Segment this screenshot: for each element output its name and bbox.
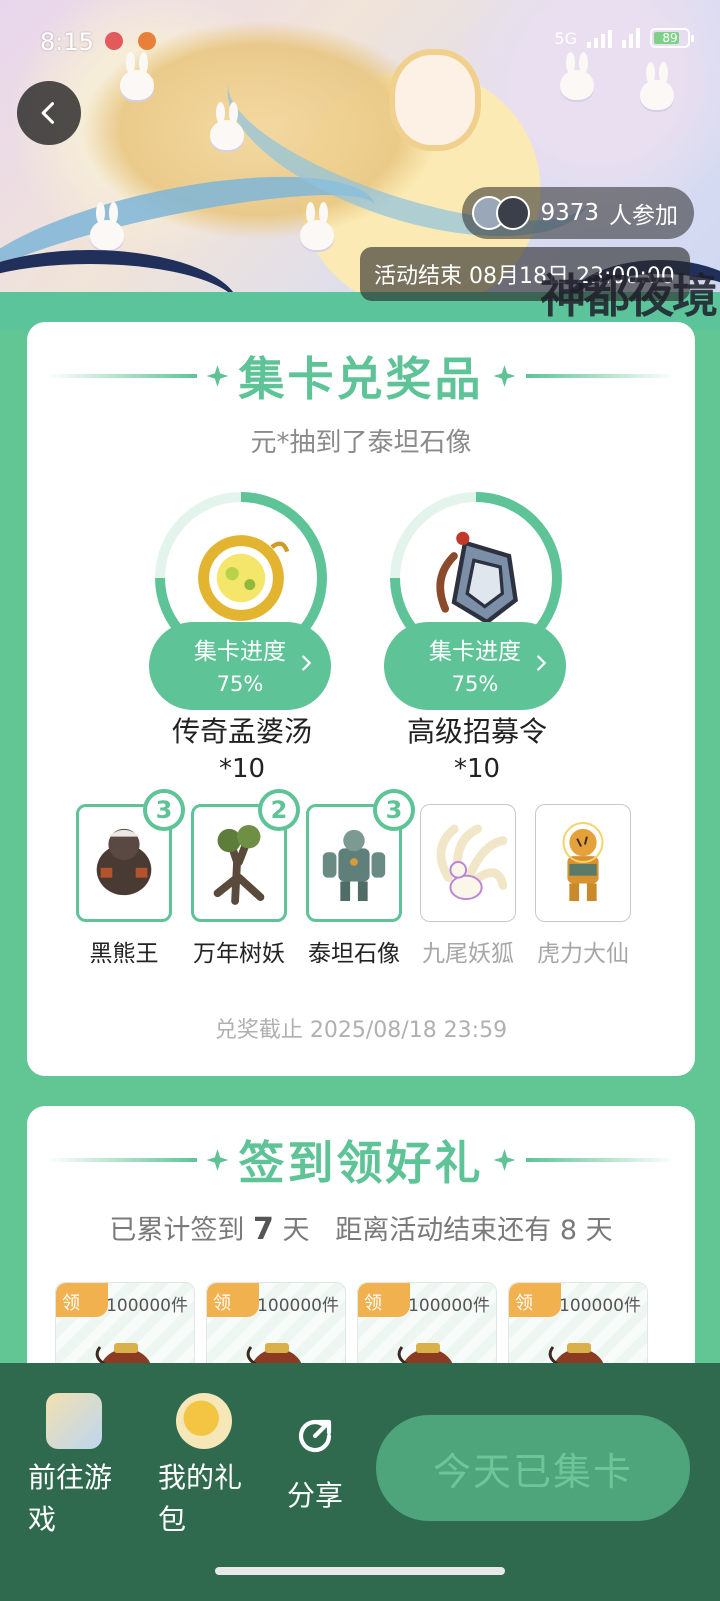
- collection-card[interactable]: 虎力大仙: [535, 804, 631, 968]
- bottom-action-bar: 前往游戏 我的礼包 分享 今天已集卡: [0, 1363, 720, 1601]
- chevron-right-icon: [537, 655, 547, 671]
- card-name: 泰坦石像: [308, 941, 400, 967]
- participant-avatars: [472, 196, 531, 230]
- avatar: [496, 196, 531, 230]
- share-icon: [298, 1419, 332, 1453]
- card-name: 黑熊王: [89, 941, 159, 967]
- checkin-card: 签到领好礼 已累计签到 7 天 距离活动结束还有 8 天 领 100000件 领…: [27, 1106, 695, 1406]
- reward-item[interactable]: 集卡进度 75% 传奇孟婆汤 *10: [149, 492, 342, 792]
- reward-quantity: *10: [218, 754, 266, 784]
- gift-tag: 领: [358, 1283, 410, 1317]
- chevron-right-icon: [302, 655, 312, 671]
- gift-count: 100000件: [106, 1296, 188, 1316]
- sparkle-icon: [493, 365, 516, 387]
- my-gifts-button[interactable]: 我的礼包: [158, 1393, 250, 1541]
- checked-days: 7: [253, 1212, 274, 1247]
- exchange-deadline: 兑奖截止 2025/08/18 23:59: [214, 1018, 508, 1043]
- checkin-title: 签到领好礼: [238, 1136, 484, 1190]
- tiger-immortal-icon: [562, 822, 604, 902]
- collection-card[interactable]: 九尾妖狐: [420, 804, 516, 968]
- network-label: 5G: [554, 28, 577, 48]
- reward-list: 集卡进度 75% 传奇孟婆汤 *10 集卡进度 75% 高级招募令 *10: [27, 492, 695, 792]
- status-bar: 8:15 5G 89: [0, 0, 720, 84]
- reward-quantity: *10: [453, 754, 501, 784]
- participants-count: 9373: [540, 200, 599, 226]
- exchange-title: 集卡兑奖品: [238, 352, 484, 406]
- card-count-badge: 2: [258, 789, 300, 831]
- gift-count: 100000件: [559, 1296, 641, 1316]
- home-indicator: [215, 1567, 505, 1575]
- card-name: 虎力大仙: [537, 941, 629, 967]
- section-title: 签到领好礼: [27, 1120, 695, 1200]
- share-button[interactable]: 分享: [282, 1415, 348, 1517]
- progress-pill[interactable]: 集卡进度 75%: [149, 622, 331, 710]
- wifi-icon: [622, 28, 640, 48]
- collection-card[interactable]: 2 万年树妖: [191, 789, 300, 968]
- tree-demon-icon: [213, 824, 265, 905]
- checkin-summary: 已累计签到 7 天 距离活动结束还有 8 天: [109, 1212, 613, 1247]
- chevron-left-icon: [41, 102, 55, 124]
- participants-suffix: 人参加: [609, 203, 678, 229]
- sparkle-icon: [206, 1149, 229, 1171]
- collection-card[interactable]: 3 黑熊王: [76, 789, 185, 968]
- signal-icon: [587, 28, 612, 48]
- exchange-card: 集卡兑奖品 元*抽到了泰坦石像 集卡进度 75% 传奇孟婆汤 *10 集卡进度 …: [27, 322, 695, 1076]
- reward-item[interactable]: 集卡进度 75% 高级招募令 *10: [384, 492, 577, 792]
- recruit-token-icon: [436, 531, 518, 625]
- goto-game-button[interactable]: 前往游戏: [28, 1393, 120, 1541]
- participants-badge: 9373 人参加: [462, 187, 694, 239]
- notification-icon: [105, 32, 123, 50]
- card-name: 万年树妖: [193, 941, 285, 967]
- reward-name: 高级招募令: [406, 715, 547, 748]
- progress-pill[interactable]: 集卡进度 75%: [384, 622, 566, 710]
- collection-card[interactable]: 3 泰坦石像: [306, 789, 415, 968]
- card-count-badge: 3: [373, 789, 415, 831]
- gift-count: 100000件: [257, 1296, 339, 1316]
- gift-tag: 领: [207, 1283, 259, 1317]
- card-name: 九尾妖狐: [422, 941, 514, 967]
- back-button[interactable]: [17, 81, 81, 145]
- titan-statue-icon: [322, 829, 386, 902]
- soup-bowl-icon: [198, 535, 290, 621]
- game-app-icon: [46, 1393, 102, 1449]
- remaining-days: 8: [559, 1215, 577, 1246]
- exchange-subtitle: 元*抽到了泰坦石像: [250, 428, 472, 458]
- gift-tag: 领: [509, 1283, 561, 1317]
- gift-count: 100000件: [408, 1296, 490, 1316]
- battery-icon: 89: [650, 28, 694, 48]
- card-count-badge: 3: [143, 789, 185, 831]
- nine-tailed-fox-icon: [436, 824, 507, 901]
- sparkle-icon: [206, 365, 229, 387]
- section-title: 集卡兑奖品: [27, 336, 695, 416]
- card-collection: 3 黑熊王 2 万年树妖 3 泰坦石像 九尾妖狐 虎力大仙: [27, 789, 695, 974]
- gift-tag: 领: [56, 1283, 108, 1317]
- reward-name: 传奇孟婆汤: [171, 715, 312, 748]
- status-time: 8:15: [40, 28, 94, 56]
- sparkle-icon: [493, 1149, 516, 1171]
- black-bear-king-icon: [96, 828, 152, 896]
- notification-icon: [138, 32, 156, 50]
- gift-bag-icon: [176, 1393, 232, 1449]
- collect-card-button[interactable]: 今天已集卡: [376, 1415, 690, 1521]
